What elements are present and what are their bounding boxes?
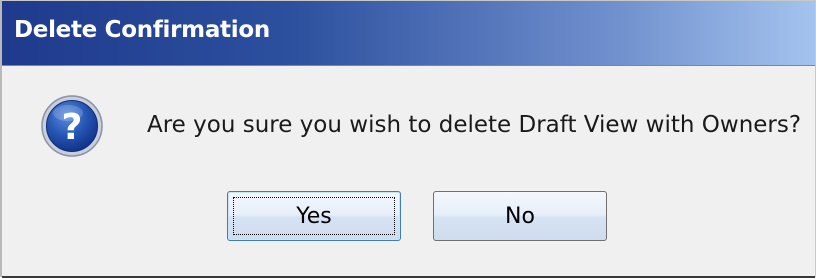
dialog-title: Delete Confirmation — [14, 17, 270, 43]
no-button[interactable]: No — [433, 191, 607, 241]
no-button-label: No — [505, 203, 535, 229]
svg-text:?: ? — [62, 107, 83, 148]
title-bar[interactable]: Delete Confirmation — [2, 1, 815, 66]
focus-rectangle — [233, 197, 395, 235]
dialog-content: ? Are you sure you wish to delete Draft … — [2, 66, 815, 278]
question-icon: ? — [41, 95, 103, 157]
delete-confirmation-dialog: Delete Confirmation ? Are you sure you w… — [0, 0, 816, 278]
yes-button[interactable]: Yes — [227, 191, 401, 241]
confirmation-message: Are you sure you wish to delete Draft Vi… — [147, 112, 802, 138]
